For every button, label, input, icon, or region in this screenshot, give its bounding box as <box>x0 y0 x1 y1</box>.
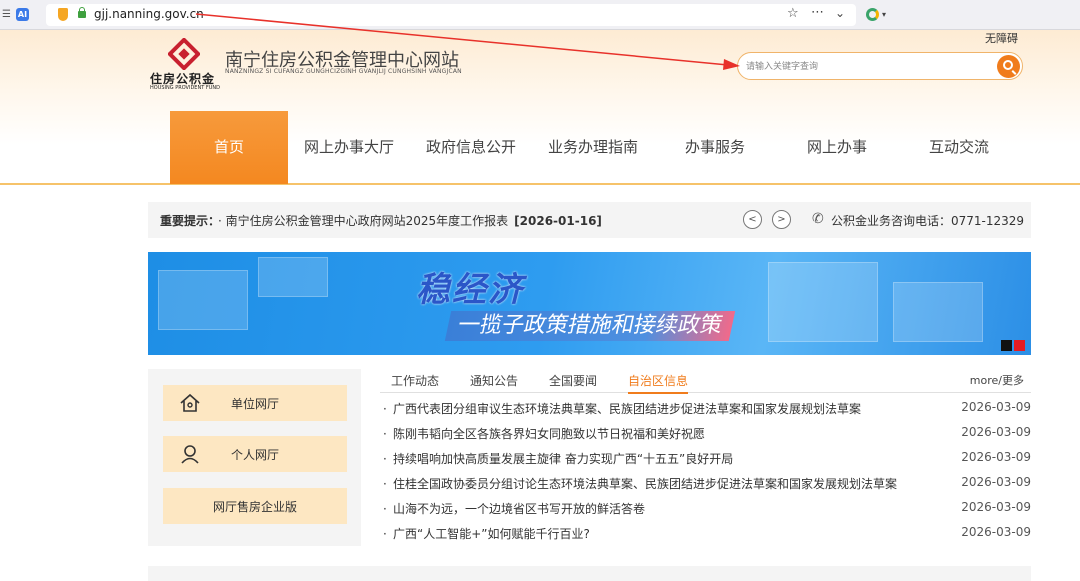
banner-dot-2[interactable] <box>1014 340 1025 351</box>
news-title[interactable]: 陈刚韦韬向全区各族各界妇女同胞致以节日祝福和美好祝愿 <box>393 425 705 442</box>
more-link[interactable]: more/更多 <box>970 372 1024 388</box>
news-title[interactable]: 广西代表团分组审议生态环境法典草案、民族团结进步促进法草案和国家发展规划法草案 <box>393 400 861 417</box>
tab-region-info[interactable]: 自治区信息 <box>628 372 689 394</box>
more-icon[interactable]: ⋯ <box>811 5 824 20</box>
browser-toolbar: ☰ AI gjj.nanning.gov.cn ☆ ⋯ ⌄ ▾ <box>0 0 1080 30</box>
phone-icon: ✆ <box>812 211 824 227</box>
next-arrow-icon[interactable]: > <box>772 210 791 229</box>
news-date: 2026-03-09 <box>961 500 1031 514</box>
notice-date: [2026-01-16] <box>514 214 602 228</box>
notice-bar: 重要提示： · 南宁住房公积金管理中心政府网站2025年度工作报表 [2026-0… <box>148 202 1031 238</box>
news-date: 2026-03-09 <box>961 475 1031 489</box>
tab-national-news[interactable]: 全国要闻 <box>549 372 597 389</box>
extension-icon[interactable] <box>866 8 879 21</box>
news-item[interactable]: · 山海不为远，一个边境省区书写开放的鲜活答卷 2026-03-09 <box>381 497 1031 522</box>
hotline-text: 公积金业务咨询电话：0771-12329 <box>831 214 1025 228</box>
site-title-pinyin: NANZNINGZ SI CUFANGZ GUNGHCIZGINH GVANJL… <box>225 68 462 75</box>
unit-hall-button[interactable]: 单位网厅 <box>163 385 347 421</box>
shield-icon[interactable] <box>58 8 68 21</box>
personal-hall-button[interactable]: 个人网厅 <box>163 436 347 472</box>
banner-decoration <box>258 257 328 297</box>
news-item[interactable]: · 陈刚韦韬向全区各族各界妇女同胞致以节日祝福和美好祝愿 2026-03-09 <box>381 422 1031 447</box>
prev-arrow-icon[interactable]: < <box>743 210 762 229</box>
developer-hall-label: 网厅售房企业版 <box>212 500 297 514</box>
news-date: 2026-03-09 <box>961 525 1031 539</box>
news-title[interactable]: 广西“人工智能+”如何赋能千行百业? <box>393 525 590 542</box>
bullet-icon: · <box>383 477 387 491</box>
news-title[interactable]: 持续唱响加快高质量发展主旋律 奋力实现广西“十五五”良好开局 <box>393 450 733 467</box>
bullet-icon: · <box>383 527 387 541</box>
url-text[interactable]: gjj.nanning.gov.cn <box>94 7 204 21</box>
nav-guide[interactable]: 业务办理指南 <box>532 111 654 184</box>
tab-list-icon[interactable]: ☰ <box>2 9 11 20</box>
search-icon <box>1003 60 1013 70</box>
banner-decoration <box>768 262 878 342</box>
site-header: 无障碍 住房公积金 HOUSING PROVIDENT FUND 南宁住房公积金… <box>0 30 1080 185</box>
notice-label: 重要提示： <box>160 214 221 228</box>
unit-hall-label: 单位网厅 <box>230 397 279 411</box>
news-date: 2026-03-09 <box>961 425 1031 439</box>
nav-online-hall[interactable]: 网上办事大厅 <box>288 111 410 184</box>
extension-caret-icon[interactable]: ▾ <box>882 10 886 19</box>
banner-title: 稳经济 <box>416 270 524 310</box>
nav-interaction[interactable]: 互动交流 <box>898 111 1020 184</box>
search-input[interactable] <box>746 59 986 75</box>
nav-online-affairs[interactable]: 网上办事 <box>776 111 898 184</box>
bullet-icon: · <box>383 402 387 416</box>
search-button[interactable] <box>997 55 1020 78</box>
news-date: 2026-03-09 <box>961 400 1031 414</box>
nav-home[interactable]: 首页 <box>170 111 288 184</box>
personal-hall-label: 个人网厅 <box>230 448 279 462</box>
news-item[interactable]: · 广西代表团分组审议生态环境法典草案、民族团结进步促进法草案和国家发展规划法草… <box>381 397 1031 422</box>
nav-gov-info[interactable]: 政府信息公开 <box>410 111 532 184</box>
nav-services[interactable]: 办事服务 <box>654 111 776 184</box>
bullet-icon: · <box>383 427 387 441</box>
tab-work-news[interactable]: 工作动态 <box>391 372 439 389</box>
main-nav: 首页 网上办事大厅 政府信息公开 业务办理指南 办事服务 网上办事 互动交流 <box>170 111 1020 184</box>
lock-icon[interactable] <box>78 7 86 18</box>
side-panel: 单位网厅 个人网厅 网厅售房企业版 <box>148 369 361 546</box>
news-list: · 广西代表团分组审议生态环境法典草案、民族团结进步促进法草案和国家发展规划法草… <box>381 397 1031 547</box>
bullet-icon: · <box>383 452 387 466</box>
footer-strip <box>148 566 1031 581</box>
bookmark-star-icon[interactable]: ☆ <box>787 6 799 21</box>
notice-link[interactable]: · 南宁住房公积金管理中心政府网站2025年度工作报表 [2026-01-16] <box>218 212 602 229</box>
banner-decoration <box>158 270 248 330</box>
news-title[interactable]: 山海不为远，一个边境省区书写开放的鲜活答卷 <box>393 500 645 517</box>
chevron-down-icon[interactable]: ⌄ <box>835 6 845 20</box>
banner-subtitle: 一揽子政策措施和接续政策 <box>444 311 736 341</box>
banner-decoration <box>893 282 983 342</box>
bullet-icon: · <box>383 502 387 516</box>
news-title[interactable]: 住桂全国政协委员分组讨论生态环境法典草案、民族团结进步促进法草案和国家发展规划法… <box>393 475 897 492</box>
news-tabs: 工作动态 通知公告 全国要闻 自治区信息 more/更多 <box>380 367 1031 394</box>
tab-notices[interactable]: 通知公告 <box>470 372 518 389</box>
developer-hall-button[interactable]: 网厅售房企业版 <box>163 488 347 524</box>
news-item[interactable]: · 广西“人工智能+”如何赋能千行百业? 2026-03-09 <box>381 522 1031 547</box>
logo-subtext: HOUSING PROVIDENT FUND <box>150 85 220 91</box>
news-item[interactable]: · 持续唱响加快高质量发展主旋律 奋力实现广西“十五五”良好开局 2026-03… <box>381 447 1031 472</box>
news-item[interactable]: · 住桂全国政协委员分组讨论生态环境法典草案、民族团结进步促进法草案和国家发展规… <box>381 472 1031 497</box>
search-box <box>737 52 1023 80</box>
logo-icon[interactable] <box>168 38 200 70</box>
accessibility-link[interactable]: 无障碍 <box>985 30 1018 46</box>
ai-tab-icon[interactable]: AI <box>16 8 29 21</box>
news-date: 2026-03-09 <box>961 450 1031 464</box>
notice-title[interactable]: · 南宁住房公积金管理中心政府网站2025年度工作报表 <box>218 214 508 228</box>
address-bar[interactable]: gjj.nanning.gov.cn ☆ ⋯ ⌄ <box>46 4 856 26</box>
banner[interactable]: 稳经济 一揽子政策措施和接续政策 <box>148 252 1031 355</box>
banner-dot-1[interactable] <box>1001 340 1012 351</box>
